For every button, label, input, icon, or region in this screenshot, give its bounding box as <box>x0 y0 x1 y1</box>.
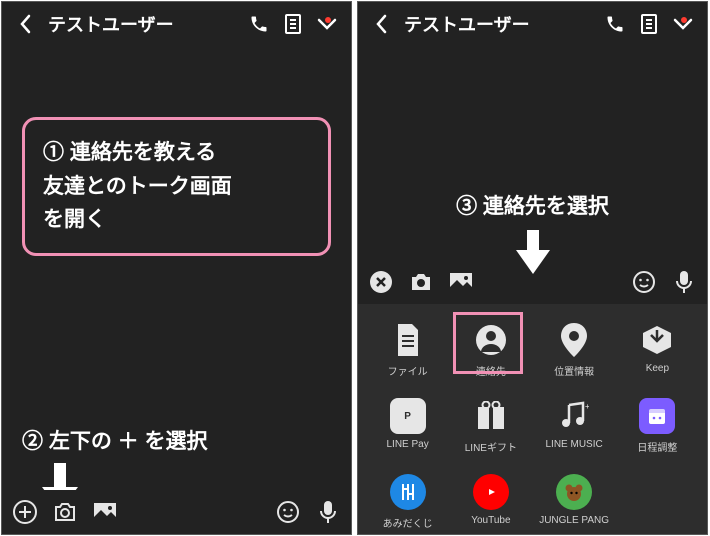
linepay-icon: P <box>390 398 426 434</box>
camera-button[interactable] <box>52 499 78 525</box>
share-item-label: Keep <box>646 363 669 374</box>
arrow-down-icon <box>516 230 550 274</box>
chat-title: テストユーザー <box>48 11 237 37</box>
share-item-file[interactable]: ファイル <box>366 316 449 384</box>
share-item-label: LINEギフト <box>465 439 517 454</box>
file-icon <box>390 322 426 358</box>
call-button[interactable] <box>603 12 627 36</box>
menu-button[interactable] <box>671 12 695 36</box>
amida-icon <box>390 474 426 510</box>
share-item-label: あみだくじ <box>383 515 433 530</box>
call-button[interactable] <box>247 12 271 36</box>
share-item-junglepang[interactable]: JUNGLE PANG <box>533 468 616 535</box>
chat-screen-step3: テストユーザー ③ 連絡先を選択 <box>357 1 708 535</box>
share-panel: ファイル 連絡先 位置情報 Keep P LINE Pay LINEギフト <box>358 304 707 535</box>
share-item-linepay[interactable]: P LINE Pay <box>366 392 449 460</box>
menu-button[interactable] <box>315 12 339 36</box>
instruction-step1: ① 連絡先を教える 友達とのトーク画面 を開く <box>22 117 331 256</box>
chat-screen-step12: テストユーザー ① 連絡先を教える 友達とのトーク画面 を開く ② 左下の ＋ … <box>1 1 352 535</box>
close-attach-button[interactable] <box>368 269 394 295</box>
chat-body: ① 連絡先を教える 友達とのトーク画面 を開く ② 左下の ＋ を選択 <box>2 45 351 493</box>
share-item-linemusic[interactable]: + LINE MUSIC <box>533 392 616 460</box>
youtube-icon <box>473 474 509 510</box>
share-item-schedule[interactable]: 日程調整 <box>616 392 699 460</box>
gallery-button[interactable] <box>448 269 474 295</box>
chat-header: テストユーザー <box>358 2 707 45</box>
share-item-label: LINE MUSIC <box>546 439 603 450</box>
share-item-label: 位置情報 <box>554 363 594 378</box>
share-item-label: 日程調整 <box>637 439 677 454</box>
share-item-location[interactable]: 位置情報 <box>533 316 616 384</box>
back-button[interactable] <box>14 12 38 36</box>
chat-title: テストユーザー <box>404 11 593 37</box>
junglepang-icon <box>556 474 592 510</box>
share-item-label: YouTube <box>471 515 510 526</box>
share-item-empty <box>616 468 699 535</box>
share-item-label: LINE Pay <box>387 439 429 450</box>
gallery-button[interactable] <box>92 499 118 525</box>
share-item-amida[interactable]: あみだくじ <box>366 468 449 535</box>
share-item-label: JUNGLE PANG <box>539 515 609 526</box>
notification-dot <box>325 17 331 23</box>
share-item-keep[interactable]: Keep <box>616 316 699 384</box>
emoji-button[interactable] <box>275 499 301 525</box>
share-item-label: ファイル <box>388 363 428 378</box>
svg-text:+: + <box>585 402 589 411</box>
attach-plus-button[interactable] <box>12 499 38 525</box>
location-icon <box>556 322 592 358</box>
chat-body: ③ 連絡先を選択 <box>358 45 707 260</box>
instruction-step3: ③ 連絡先を選択 <box>358 190 707 220</box>
contact-highlight <box>453 312 523 374</box>
keep-icon <box>639 322 675 358</box>
mic-button[interactable] <box>671 269 697 295</box>
camera-button[interactable] <box>408 269 434 295</box>
notes-button[interactable] <box>281 12 305 36</box>
back-button[interactable] <box>370 12 394 36</box>
notification-dot <box>681 17 687 23</box>
share-item-linegift[interactable]: LINEギフト <box>449 392 532 460</box>
instruction-step2: ② 左下の ＋ を選択 <box>22 425 208 455</box>
chat-header: テストユーザー <box>2 2 351 45</box>
gift-icon <box>473 398 509 434</box>
emoji-button[interactable] <box>631 269 657 295</box>
share-grid: ファイル 連絡先 位置情報 Keep P LINE Pay LINEギフト <box>358 316 707 535</box>
calendar-icon <box>639 398 675 434</box>
share-item-youtube[interactable]: YouTube <box>449 468 532 535</box>
music-icon: + <box>556 398 592 434</box>
message-input-bar <box>2 490 351 534</box>
mic-button[interactable] <box>315 499 341 525</box>
notes-button[interactable] <box>637 12 661 36</box>
